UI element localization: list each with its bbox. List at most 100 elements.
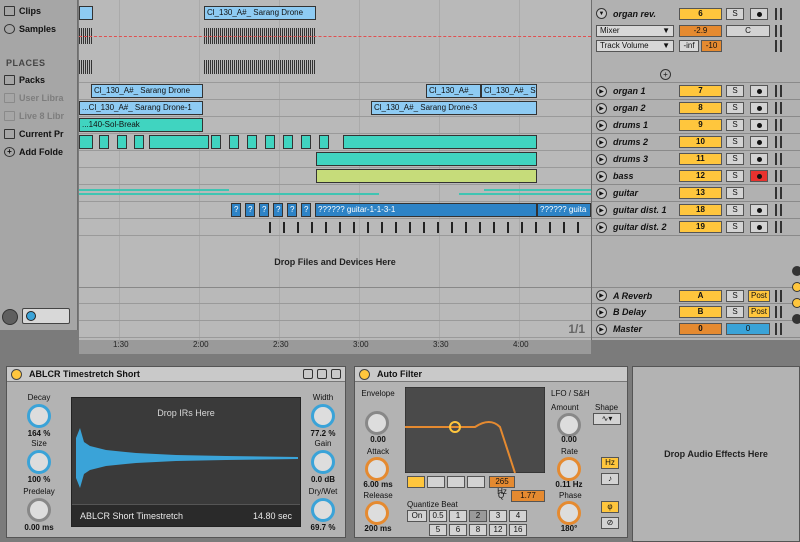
envelope-knob[interactable] [365,411,389,435]
play-icon[interactable]: ▶ [596,290,607,301]
track-activator[interactable]: 10 [679,136,722,148]
clip[interactable] [316,152,537,166]
width-value[interactable]: 77.2 % [303,429,343,438]
track-organ-2[interactable]: ▶ organ 2 8 S [592,100,800,117]
browser-toggle-icon[interactable] [2,309,18,325]
quantize-button[interactable]: 5 [429,524,447,536]
phase-mode-button[interactable]: φ [601,501,619,513]
play-icon[interactable]: ▶ [596,119,607,131]
resize-grip[interactable] [775,187,782,199]
resize-grip[interactable] [775,289,782,302]
decay-knob[interactable] [27,404,51,428]
play-icon[interactable]: ▶ [596,221,607,233]
device-power-icon[interactable] [359,369,370,380]
frequency-field[interactable]: 265 Hz [489,476,515,496]
predelay-value[interactable]: 0.00 ms [15,523,63,532]
width-knob[interactable] [311,404,335,428]
lane-drums-1[interactable]: ...140-Sol-Break [79,117,591,134]
play-icon[interactable]: ▶ [596,323,607,335]
places-item-user-library[interactable]: User Libra [4,91,78,105]
resize-grip[interactable] [775,8,782,20]
clip[interactable] [211,135,221,149]
track-name[interactable]: guitar dist. 1 [613,205,689,215]
resize-grip[interactable] [775,221,782,233]
track-name[interactable]: B Delay [613,307,689,317]
play-icon[interactable]: ▶ [596,187,607,199]
resize-grip[interactable] [775,204,782,216]
size-knob[interactable] [27,450,51,474]
play-icon[interactable]: ▶ [596,153,607,165]
play-icon[interactable]: ▶ [596,170,607,182]
clip[interactable] [343,135,537,149]
clip[interactable] [283,135,293,149]
track-activator[interactable]: 18 [679,204,722,216]
track-drums-3[interactable]: ▶ drums 3 11 S [592,151,800,168]
drop-effects-area[interactable]: Drop Audio Effects Here [632,366,800,542]
track-guitar[interactable]: ▶ guitar 13 S [592,185,800,202]
clip[interactable]: Cl_130_A#_ [426,84,481,98]
track-bass[interactable]: ▶ bass 12 S [592,168,800,185]
save-preset-icon[interactable] [303,369,313,379]
lane-drums-2[interactable] [79,134,591,151]
send-toggle-icon[interactable] [792,282,800,292]
clip[interactable]: ? [231,203,241,217]
resize-grip[interactable] [775,170,782,182]
track-name[interactable]: drums 3 [613,154,689,164]
mixer-select[interactable]: Mixer ▼ [596,25,674,37]
quantize-on-button[interactable]: On [407,510,427,522]
quantize-button[interactable]: 16 [509,524,527,536]
decay-value[interactable]: 164 % [15,429,63,438]
track-organ-rev[interactable]: ▼ organ rev. 6 S Mixer ▼ Track Volume ▼ -2… [592,0,800,83]
lane-organ-2[interactable]: ...Cl_130_A#_ Sarang Drone-1 Cl_130_A#_ … [79,100,591,117]
track-activator[interactable]: 8 [679,102,722,114]
solo-button[interactable]: S [726,136,744,148]
arm-button[interactable] [750,85,768,97]
fold-icon[interactable]: ▼ [596,8,607,19]
clip[interactable]: Cl_130_A#_ Sarang Drone-3 [371,101,537,115]
hot-swap-icon[interactable] [317,369,327,379]
clip[interactable] [265,135,275,149]
resize-grip[interactable] [775,136,782,148]
resize-grip[interactable] [775,153,782,165]
io-icon[interactable] [792,266,800,276]
clip[interactable] [229,135,239,149]
release-value[interactable]: 200 ms [357,524,399,533]
browser-item-samples[interactable]: Samples [4,22,78,36]
lane-drums-3[interactable] [79,151,591,168]
clip[interactable]: ? [301,203,311,217]
solo-button[interactable]: S [726,204,744,216]
phase-value[interactable]: 180° [551,524,587,533]
track-activator[interactable]: 7 [679,85,722,97]
post-button[interactable]: Post [748,306,770,318]
track-name[interactable]: organ rev. [613,9,689,19]
track-name[interactable]: Master [613,324,689,334]
solo-button[interactable]: S [726,221,744,233]
master-right-field[interactable]: 0 [726,323,770,335]
drywet-knob[interactable] [311,498,335,522]
filter-display[interactable] [405,387,545,473]
track-activator[interactable]: 19 [679,221,722,233]
track-name[interactable]: guitar [613,188,689,198]
solo-button[interactable]: S [726,153,744,165]
master-track[interactable]: ▶ Master 0 0 [592,321,800,338]
device-power-icon[interactable] [11,369,22,380]
track-activator[interactable]: 13 [679,187,722,199]
track-name[interactable]: organ 2 [613,103,689,113]
post-button[interactable]: Post [748,289,770,302]
play-icon[interactable]: ▶ [596,85,607,97]
ir-display[interactable]: Drop IRs Here ABLCR Short Timestretch 14… [71,397,301,527]
track-guitar-dist-1[interactable]: ▶ guitar dist. 1 18 S [592,202,800,219]
track-activator[interactable]: 6 [679,8,722,20]
arrangement-view[interactable]: Cl_130_A#_ Sarang Drone Cl_130_A#_ Saran… [79,0,591,340]
play-icon[interactable]: ▶ [596,102,607,114]
attack-value[interactable]: 6.00 ms [357,480,399,489]
clip[interactable]: ?????? guitar-1-1-3-1 [315,203,537,217]
filter-type-highpass[interactable] [427,476,445,488]
arm-button[interactable] [750,204,768,216]
rate-value[interactable]: 0.11 Hz [551,480,587,489]
arm-button[interactable] [750,136,768,148]
quantize-button[interactable]: 0.5 [429,510,447,522]
clip[interactable] [316,169,537,183]
lane-a-reverb[interactable] [79,287,591,304]
resize-grip[interactable] [775,306,782,318]
